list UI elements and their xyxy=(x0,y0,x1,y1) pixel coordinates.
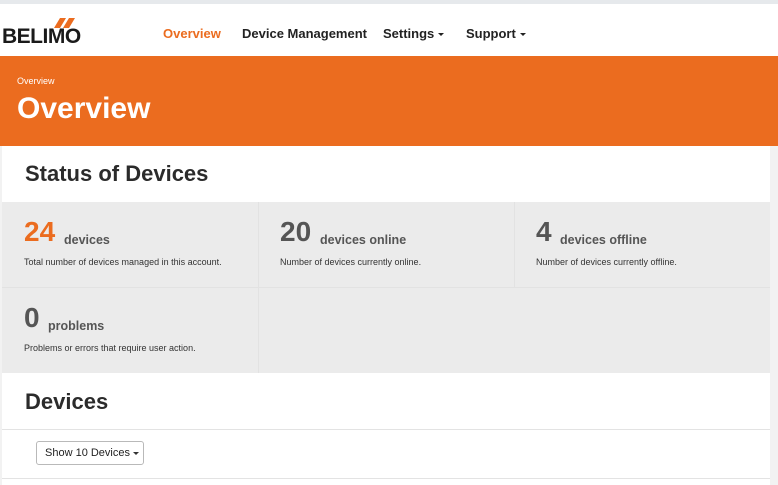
stat-unit: problems xyxy=(48,319,105,333)
belimo-logo[interactable]: BELIMO xyxy=(2,18,82,50)
stat-card-offline: 4 devices offline Number of devices curr… xyxy=(514,202,770,287)
right-gutter xyxy=(770,146,778,485)
page-title: Overview xyxy=(17,92,151,125)
stat-unit: devices online xyxy=(320,233,407,247)
nav-support-label: Support xyxy=(466,26,516,41)
stat-description: Number of devices currently offline. xyxy=(536,257,677,267)
caret-down-icon xyxy=(438,33,445,37)
stat-value: 4 xyxy=(536,216,552,247)
stat-value: 24 xyxy=(24,216,56,247)
breadcrumb[interactable]: Overview xyxy=(17,76,55,86)
section-divider xyxy=(2,478,770,479)
status-grid: 24 devices Total number of devices manag… xyxy=(2,202,770,373)
stat-unit: devices offline xyxy=(560,233,647,247)
stat-card-online: 20 devices online Number of devices curr… xyxy=(258,202,514,287)
nav-device-management[interactable]: Device Management xyxy=(242,26,367,41)
stat-value: 0 xyxy=(24,302,40,333)
stat-card-devices: 24 devices Total number of devices manag… xyxy=(2,202,258,287)
show-devices-dropdown[interactable]: Show 10 Devices xyxy=(36,441,144,465)
nav-settings-label: Settings xyxy=(383,26,435,41)
caret-down-icon xyxy=(519,33,526,37)
logo-wordmark: BELIMO xyxy=(2,25,81,48)
section-divider xyxy=(2,429,770,430)
caret-down-icon xyxy=(133,451,139,455)
devices-heading: Devices xyxy=(25,389,109,414)
page-header-banner: Overview Overview xyxy=(0,56,778,146)
top-navbar: BELIMO Overview Device Management Settin… xyxy=(0,4,778,56)
stat-value: 20 xyxy=(280,216,312,247)
nav-support[interactable]: Support xyxy=(466,26,526,41)
nav-overview[interactable]: Overview xyxy=(163,26,221,41)
stat-unit: devices xyxy=(64,233,110,247)
status-heading: Status of Devices xyxy=(25,161,209,186)
nav-settings[interactable]: Settings xyxy=(383,26,445,41)
stat-description: Problems or errors that require user act… xyxy=(24,343,196,353)
stat-description: Total number of devices managed in this … xyxy=(24,257,222,267)
stat-card-problems: 0 problems Problems or errors that requi… xyxy=(2,288,258,373)
show-devices-label: Show 10 Devices xyxy=(45,447,130,459)
stat-description: Number of devices currently online. xyxy=(280,257,422,267)
